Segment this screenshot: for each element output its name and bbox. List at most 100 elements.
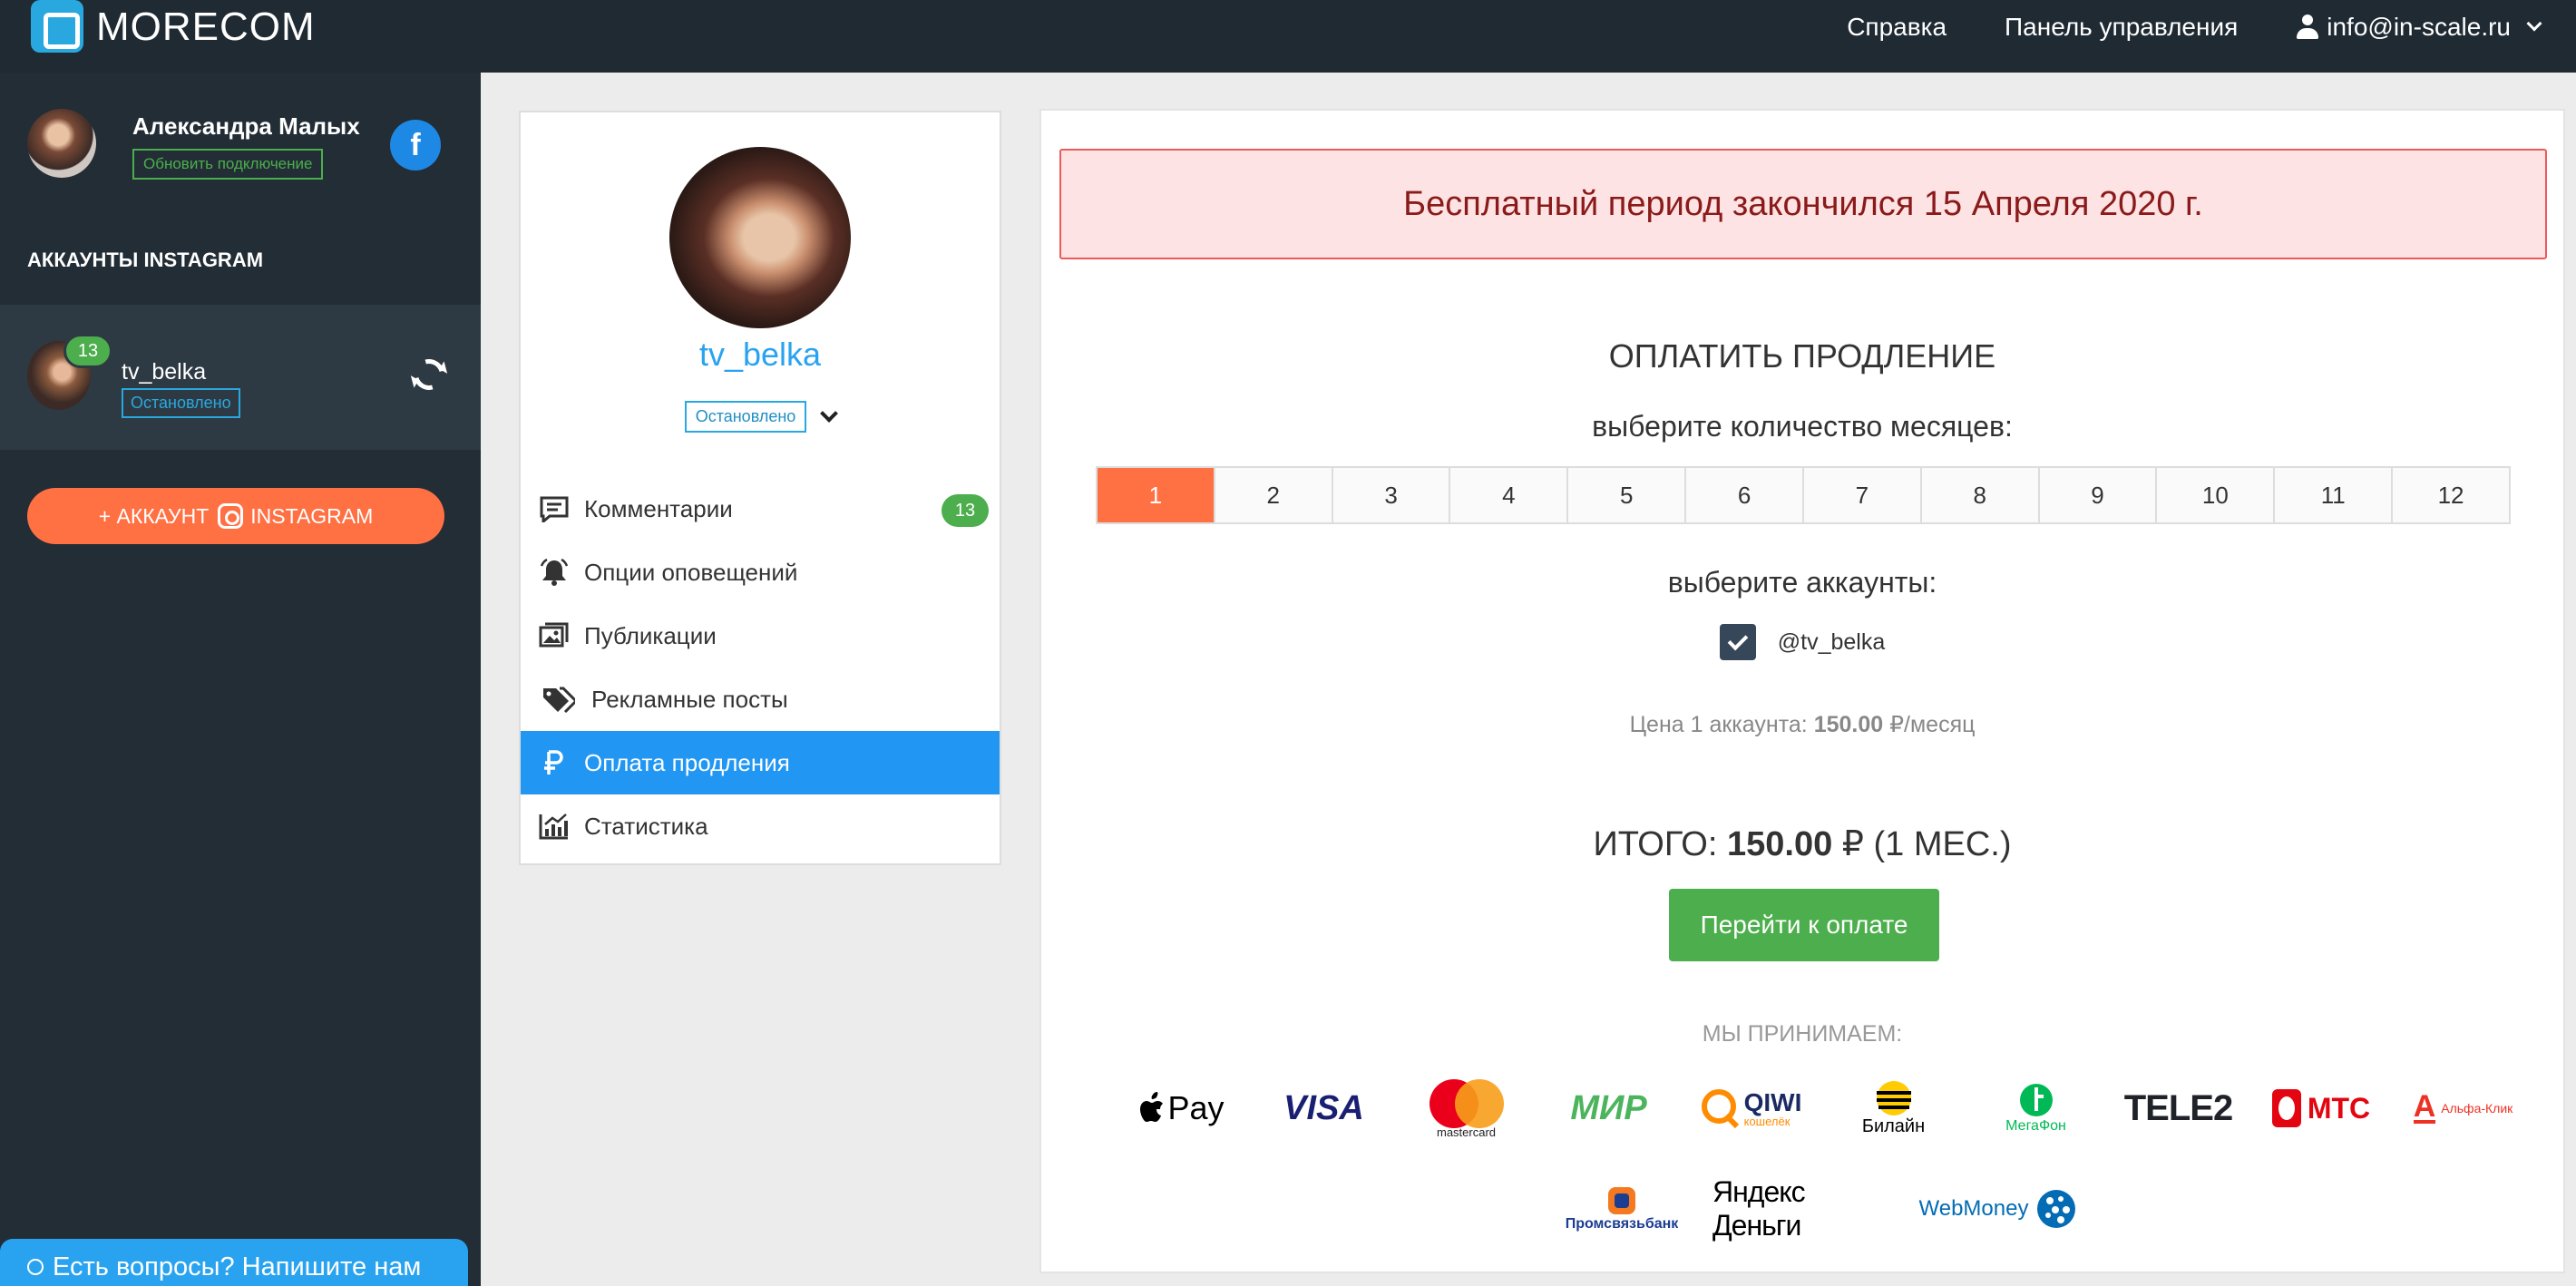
- user-icon: [2296, 15, 2319, 40]
- total-amount: ИТОГО: 150.00 ₽ (1 МЕС.): [1041, 823, 2563, 864]
- total-prefix: ИТОГО:: [1593, 825, 1718, 863]
- help-link[interactable]: Справка: [1847, 13, 1947, 42]
- mts-text: МТС: [2307, 1091, 2371, 1125]
- month-option-6[interactable]: 6: [1686, 468, 1804, 522]
- account-notification-badge: 13: [63, 334, 112, 368]
- facebook-icon[interactable]: f: [390, 120, 441, 170]
- qiwi-logo: QIWI кошелёк: [1680, 1088, 1822, 1128]
- menu-item-label: Публикации: [584, 621, 717, 649]
- refresh-icon[interactable]: [407, 353, 451, 396]
- sidebar-account-item[interactable]: 13 tv_belka Остановлено: [0, 305, 481, 450]
- price-value: 150.00: [1813, 712, 1884, 737]
- menu-item-ad-posts[interactable]: Рекламные посты: [521, 667, 1000, 731]
- comment-icon: [540, 496, 569, 522]
- tele2-text: TELE2: [2123, 1087, 2233, 1128]
- account-checkbox-row[interactable]: @tv_belka: [1041, 624, 2563, 660]
- price-prefix: Цена 1 аккаунта:: [1629, 712, 1808, 737]
- mir-text: МИР: [1570, 1088, 1647, 1127]
- dashboard-link[interactable]: Панель управления: [2005, 13, 2238, 42]
- webmoney-logo: WebMoney: [1894, 1188, 2103, 1230]
- top-nav-links: Справка Панель управления info@in-scale.…: [1789, 0, 2542, 54]
- account-checkbox[interactable]: [1719, 624, 1756, 660]
- chat-widget-button[interactable]: Есть вопросы? Напишите нам: [0, 1239, 468, 1286]
- megafon-icon: [2019, 1084, 2053, 1116]
- month-option-4[interactable]: 4: [1450, 468, 1569, 522]
- month-option-8[interactable]: 8: [1921, 468, 2040, 522]
- psb-icon: [1608, 1187, 1635, 1214]
- month-option-7[interactable]: 7: [1803, 468, 1922, 522]
- webmoney-text: WebMoney: [1918, 1196, 2029, 1221]
- month-option-2[interactable]: 2: [1215, 468, 1333, 522]
- account-checkbox-label: @tv_belka: [1777, 628, 1886, 655]
- month-option-12[interactable]: 12: [2393, 468, 2509, 522]
- trial-expired-alert: Бесплатный период закончился 15 Апреля 2…: [1059, 149, 2547, 259]
- account-status-badge: Остановлено: [122, 388, 240, 418]
- tags-icon: [543, 687, 575, 713]
- promsvyazbank-logo: Промсвязьбанк: [1531, 1185, 1712, 1232]
- beeline-icon: [1876, 1080, 1911, 1116]
- month-option-11[interactable]: 11: [2275, 468, 2394, 522]
- bell-icon: [540, 559, 569, 586]
- total-value: 150.00: [1726, 825, 1833, 863]
- menu-item-publications[interactable]: Публикации: [521, 604, 1000, 667]
- qiwi-text: QIWI: [1743, 1087, 1802, 1116]
- proceed-to-payment-button[interactable]: Перейти к оплате: [1669, 889, 1939, 961]
- qiwi-wallet-text: кошелёк: [1743, 1114, 1791, 1128]
- add-account-prefix: + АККАУНТ: [98, 503, 210, 528]
- mastercard-logo: mastercard: [1395, 1078, 1537, 1139]
- menu-item-label: Комментарии: [584, 494, 733, 522]
- sidebar-profile: Александра Малых Обновить подключение f: [27, 109, 454, 200]
- megafon-text: МегаФон: [2005, 1118, 2066, 1134]
- beeline-logo: Билайн: [1822, 1080, 1965, 1137]
- alfa-click-logo: А Альфа-Клик: [2392, 1088, 2534, 1125]
- apple-pay-logo: Pay: [1110, 1089, 1253, 1127]
- profile-avatar: [669, 147, 851, 328]
- mir-logo: МИР: [1537, 1089, 1680, 1128]
- user-menu[interactable]: info@in-scale.ru: [2296, 13, 2542, 42]
- month-option-10[interactable]: 10: [2157, 468, 2276, 522]
- month-option-3[interactable]: 3: [1332, 468, 1451, 522]
- month-option-9[interactable]: 9: [2039, 468, 2158, 522]
- app-logo[interactable]: MORECOM: [31, 0, 316, 54]
- qiwi-text-block: QIWI кошелёк: [1743, 1087, 1802, 1128]
- visa-logo: VISA: [1253, 1089, 1395, 1128]
- accounts-label: выберите аккаунты:: [1667, 566, 1937, 599]
- chat-label: Есть вопросы? Напишите нам: [53, 1252, 422, 1281]
- alfa-letter: А: [2413, 1088, 2436, 1125]
- chevron-down-icon: [2526, 15, 2542, 32]
- profile-username[interactable]: tv_belka: [521, 336, 1000, 374]
- menu-item-renewal-payment[interactable]: Оплата продления: [521, 731, 1000, 794]
- month-option-1[interactable]: 1: [1098, 468, 1215, 522]
- months-label: выберите количество месяцев:: [1592, 410, 2013, 443]
- payment-methods-row-1: Pay VISA mastercard МИР QIWI кошелёк Бил…: [1110, 1063, 2534, 1154]
- menu-item-statistics[interactable]: Статистика: [521, 794, 1000, 858]
- update-connection-button[interactable]: Обновить подключение: [132, 149, 324, 180]
- mastercard-text: mastercard: [1436, 1125, 1497, 1139]
- payment-methods-row-2: Промсвязьбанк Яндекс Деньги WebMoney: [1531, 1168, 2166, 1250]
- qiwi-icon: [1701, 1089, 1739, 1128]
- app-name: MORECOM: [96, 5, 316, 49]
- menu-item-label: Рекламные посты: [591, 685, 788, 713]
- chart-icon: [539, 813, 568, 840]
- add-instagram-account-button[interactable]: + АККАУНТ INSTAGRAM: [27, 488, 444, 544]
- comments-count-badge: 13: [942, 494, 989, 527]
- menu-item-label: Опции оповещений: [584, 558, 798, 586]
- account-menu: Комментарии 13 Опции оповещений Публикац…: [521, 477, 1000, 858]
- menu-item-comments[interactable]: Комментарии 13: [521, 477, 1000, 541]
- tele2-logo: TELE2: [2107, 1088, 2249, 1129]
- megafon-logo: МегаФон: [1965, 1082, 2107, 1135]
- chevron-down-icon[interactable]: [820, 404, 839, 423]
- mastercard-icon: [1429, 1078, 1504, 1128]
- month-option-5[interactable]: 5: [1568, 468, 1687, 522]
- instagram-icon: [218, 503, 244, 529]
- yandex-money-logo: Яндекс Деньги: [1712, 1175, 1894, 1242]
- ruble-icon: [544, 750, 563, 775]
- account-profile-card: tv_belka Остановлено Комментарии 13 Опци…: [519, 111, 1001, 865]
- chat-icon: [27, 1259, 44, 1275]
- yandex-money-text: Яндекс Деньги: [1712, 1175, 1806, 1242]
- status-badge: Остановлено: [684, 401, 807, 433]
- top-navbar: MORECOM Справка Панель управления info@i…: [0, 0, 2576, 73]
- status-dropdown[interactable]: Остановлено: [521, 401, 1000, 433]
- apple-pay-text: Pay: [1167, 1089, 1225, 1126]
- menu-item-notifications[interactable]: Опции оповещений: [521, 541, 1000, 604]
